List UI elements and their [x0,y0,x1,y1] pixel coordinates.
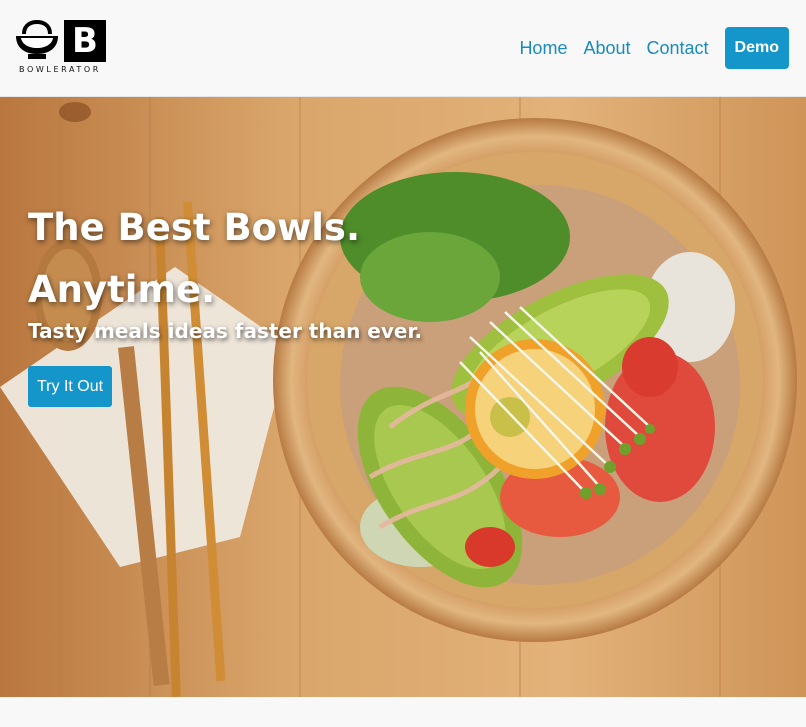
hero-title: The Best Bowls. Anytime. [28,197,388,321]
nav-about-link[interactable]: About [583,38,630,59]
demo-button[interactable]: Demo [724,27,789,69]
logo-letter: B [64,20,106,62]
nav-contact-link[interactable]: Contact [647,38,709,59]
main-nav: Home About Contact Demo [519,27,789,69]
hero-title-line-1: The Best Bowls. [28,206,361,249]
bowl-icon [16,20,58,59]
site-header: B BOWLERATOR Home About Contact Demo [0,0,806,97]
hero-subtitle: Tasty meals ideas faster than ever. [28,319,423,343]
page-bottom-strip [0,697,806,727]
logo[interactable]: B BOWLERATOR [14,20,106,76]
nav-home-link[interactable]: Home [519,38,567,59]
logo-wordmark: BOWLERATOR [19,65,101,74]
hero-section: The Best Bowls. Anytime. Tasty meals ide… [0,97,806,697]
try-it-out-button[interactable]: Try It Out [28,366,113,407]
hero-title-line-2: Anytime. [28,268,216,311]
bowl-photo [0,97,806,697]
